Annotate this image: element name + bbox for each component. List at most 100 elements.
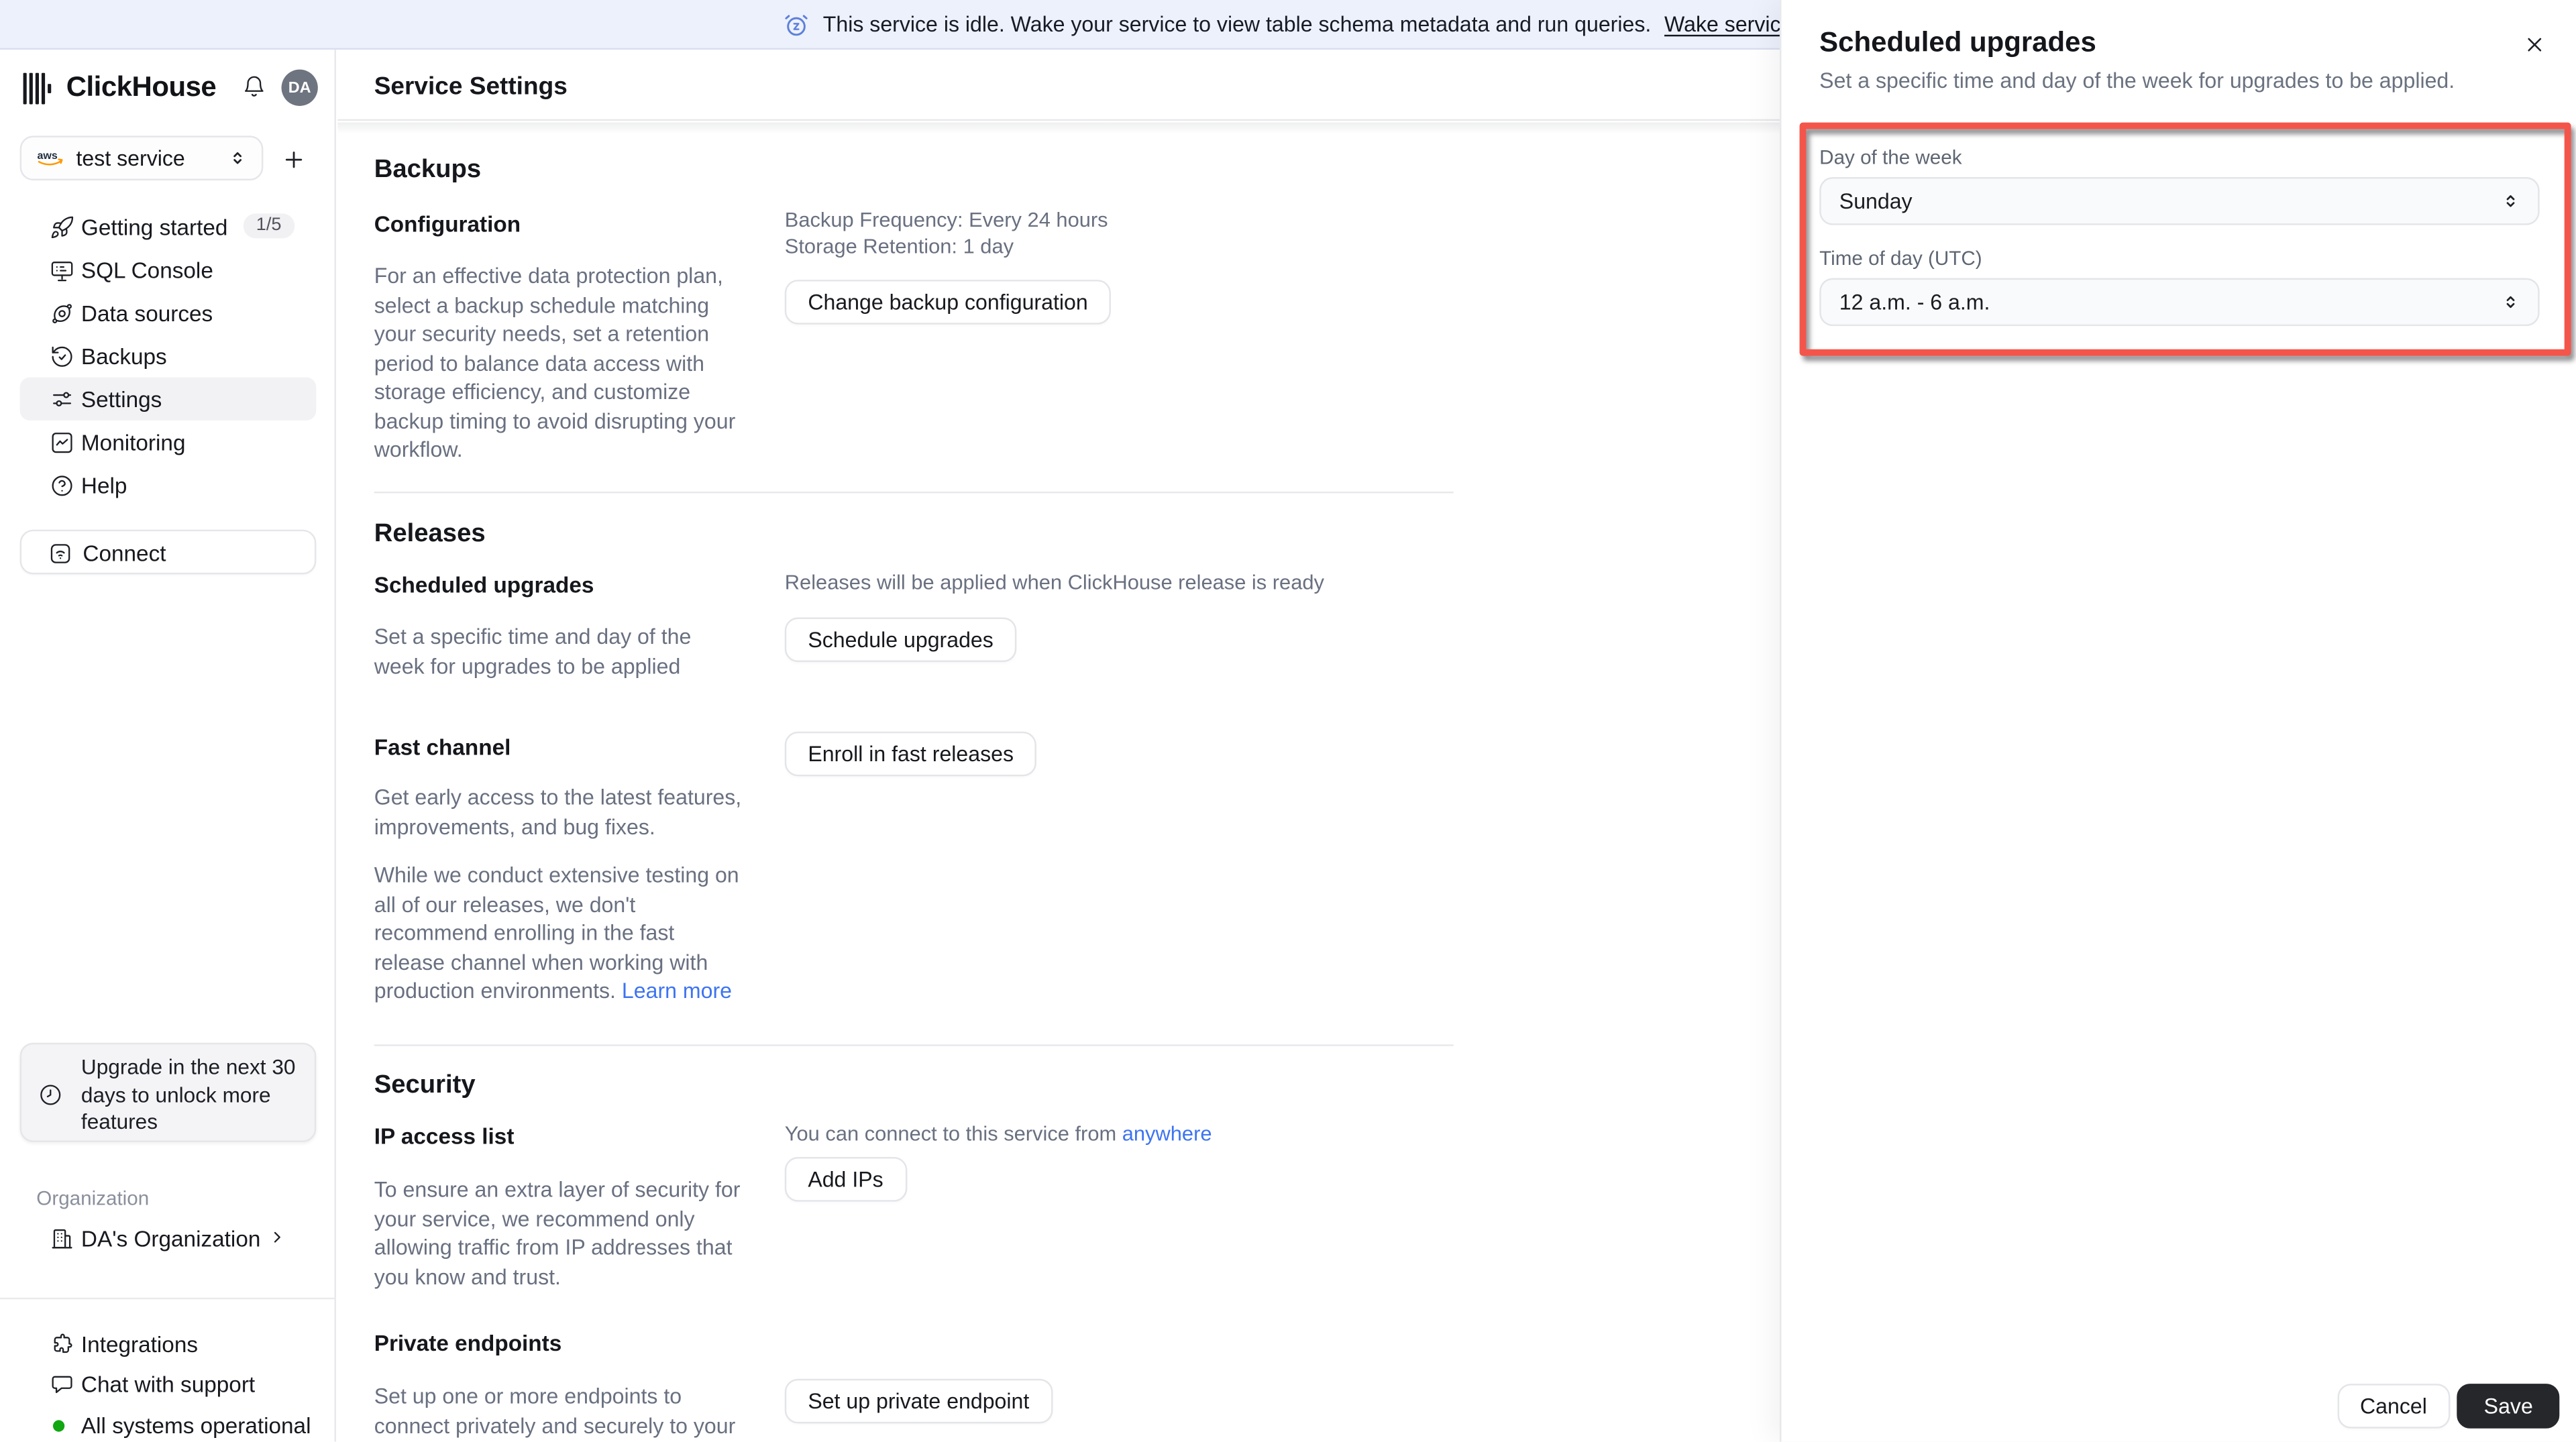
integrations-label: Integrations: [80, 1332, 199, 1357]
ip-note-text: You can connect to this service from: [784, 1122, 1122, 1146]
section-divider: [374, 491, 1454, 494]
time-of-day-label: Time of day (UTC): [1819, 246, 1982, 270]
sidebar-item-label: Backups: [80, 344, 167, 370]
private-endpoints-heading: Private endpoints: [374, 1331, 562, 1356]
sidebar-item-getting-started[interactable]: Getting started 1/5: [20, 205, 317, 248]
sidebar-item-sql-console[interactable]: SQL Console: [20, 248, 317, 291]
ip-access-description: To ensure an extra layer of security for…: [374, 1176, 741, 1289]
console-icon: [50, 258, 74, 282]
close-icon[interactable]: [2520, 30, 2549, 59]
enroll-fast-releases-button[interactable]: Enroll in fast releases: [784, 731, 1037, 777]
sidebar-item-backups[interactable]: Backups: [20, 335, 317, 378]
section-divider: [374, 1044, 1454, 1046]
upgrade-notice-card[interactable]: Upgrade in the next 30 days to unlock mo…: [19, 1042, 317, 1142]
sidebar-item-label: Settings: [80, 387, 162, 412]
user-avatar[interactable]: DA: [281, 69, 318, 106]
learn-more-link[interactable]: Learn more: [622, 979, 732, 1003]
schedule-upgrades-button[interactable]: Schedule upgrades: [784, 617, 1017, 663]
scheduled-upgrades-panel: Scheduled upgrades Set a specific time a…: [1779, 0, 2576, 1442]
clickhouse-cloud-app: This service is idle. Wake your service …: [0, 0, 2576, 1442]
service-selector[interactable]: aws test service: [19, 135, 264, 180]
scheduled-upgrades-description: Set a specific time and day of the week …: [374, 624, 692, 678]
panel-subtitle: Set a specific time and day of the week …: [1819, 68, 2455, 93]
sidebar-item-settings[interactable]: Settings: [19, 377, 317, 421]
sidebar-item-label: Monitoring: [80, 430, 186, 455]
sidebar: ClickHouse DA aws test service Getting s…: [0, 50, 336, 1442]
fast-channel-description-2: While we conduct extensive testing on al…: [374, 861, 745, 1005]
notifications-bell-icon[interactable]: [241, 74, 266, 99]
chevron-up-down-icon: [2502, 192, 2520, 210]
backups-description: For an effective data protection plan, s…: [374, 263, 736, 462]
panel-title: Scheduled upgrades: [1819, 26, 2096, 58]
sidebar-item-label: Help: [80, 473, 127, 498]
fast-channel-description-1: Get early access to the latest features,…: [374, 784, 742, 838]
sliders-icon: [50, 386, 74, 411]
svg-text:aws: aws: [38, 150, 58, 162]
save-button[interactable]: Save: [2457, 1384, 2560, 1429]
chevron-up-down-icon: [229, 149, 247, 167]
sidebar-item-chat-support[interactable]: Chat with support: [20, 1364, 317, 1404]
private-endpoints-description: Set up one or more endpoints to connect …: [374, 1384, 736, 1442]
add-service-button[interactable]: [278, 144, 308, 174]
sidebar-item-monitoring[interactable]: Monitoring: [20, 421, 317, 463]
configuration-heading: Configuration: [374, 211, 521, 237]
connect-label: Connect: [83, 541, 166, 567]
chat-support-label: Chat with support: [80, 1372, 256, 1397]
organization-switcher[interactable]: DA's Organization: [20, 1215, 317, 1261]
sidebar-divider: [0, 1297, 336, 1300]
alarm-snooze-icon: [784, 11, 810, 37]
orbit-icon: [50, 300, 74, 325]
storage-retention-text: Storage Retention: 1 day: [784, 235, 1014, 258]
chart-icon: [50, 429, 74, 454]
add-ips-button[interactable]: Add IPs: [784, 1157, 907, 1202]
sidebar-item-help[interactable]: Help: [20, 463, 317, 506]
time-of-day-value: 12 a.m. - 6 a.m.: [1839, 289, 1990, 315]
idle-banner-text: This service is idle. Wake your service …: [822, 11, 1652, 37]
sidebar-nav: Getting started 1/5 SQL Console Data sou…: [19, 205, 317, 506]
rocket-icon: [50, 215, 74, 239]
status-green-dot-icon: [52, 1420, 65, 1432]
day-of-week-select[interactable]: Sunday: [1819, 177, 2540, 225]
release-ready-note: Releases will be applied when ClickHouse…: [784, 571, 1324, 594]
releases-section-title: Releases: [374, 519, 486, 548]
chevron-right-icon: [268, 1228, 286, 1246]
chevron-up-down-icon: [2502, 293, 2520, 311]
sidebar-item-label: Getting started: [80, 215, 228, 240]
service-name: test service: [76, 146, 185, 171]
ip-access-note: You can connect to this service from any…: [785, 1122, 1212, 1146]
clock-icon: [38, 1083, 63, 1107]
backup-frequency-text: Backup Frequency: Every 24 hours: [784, 208, 1108, 232]
sidebar-header: ClickHouse DA: [0, 66, 335, 109]
sidebar-item-label: Data sources: [80, 301, 213, 327]
puzzle-icon: [50, 1331, 74, 1356]
system-status[interactable]: All systems operational: [20, 1405, 317, 1442]
cancel-button[interactable]: Cancel: [2337, 1384, 2451, 1429]
time-of-day-select[interactable]: 12 a.m. - 6 a.m.: [1819, 278, 2540, 327]
status-label: All systems operational: [80, 1413, 311, 1439]
history-icon: [50, 343, 74, 368]
day-of-week-label: Day of the week: [1819, 146, 1962, 169]
change-backup-configuration-button[interactable]: Change backup configuration: [784, 280, 1112, 325]
sidebar-item-data-sources[interactable]: Data sources: [20, 291, 317, 334]
brand-name: ClickHouse: [66, 71, 217, 103]
day-of-week-value: Sunday: [1839, 188, 1913, 214]
page-title: Service Settings: [374, 72, 568, 101]
setup-private-endpoint-button[interactable]: Set up private endpoint: [784, 1378, 1053, 1424]
organization-name: DA's Organization: [80, 1226, 261, 1252]
backups-section-title: Backups: [374, 155, 482, 184]
wake-service-link[interactable]: Wake service: [1664, 11, 1792, 36]
organization-section-label: Organization: [36, 1186, 150, 1211]
help-icon: [50, 473, 74, 498]
aws-logo-icon: aws: [36, 149, 64, 167]
getting-started-progress-badge: 1/5: [243, 213, 295, 239]
fast-channel-heading: Fast channel: [374, 734, 511, 760]
connect-icon: [48, 541, 73, 565]
scheduled-upgrades-heading: Scheduled upgrades: [374, 572, 594, 598]
anywhere-link[interactable]: anywhere: [1122, 1122, 1212, 1146]
chat-bubble-icon: [50, 1372, 74, 1396]
ip-access-list-heading: IP access list: [374, 1123, 515, 1149]
clickhouse-logo-icon: [23, 72, 52, 105]
connect-button[interactable]: Connect: [19, 529, 317, 575]
security-section-title: Security: [374, 1070, 476, 1099]
sidebar-item-integrations[interactable]: Integrations: [20, 1324, 317, 1364]
